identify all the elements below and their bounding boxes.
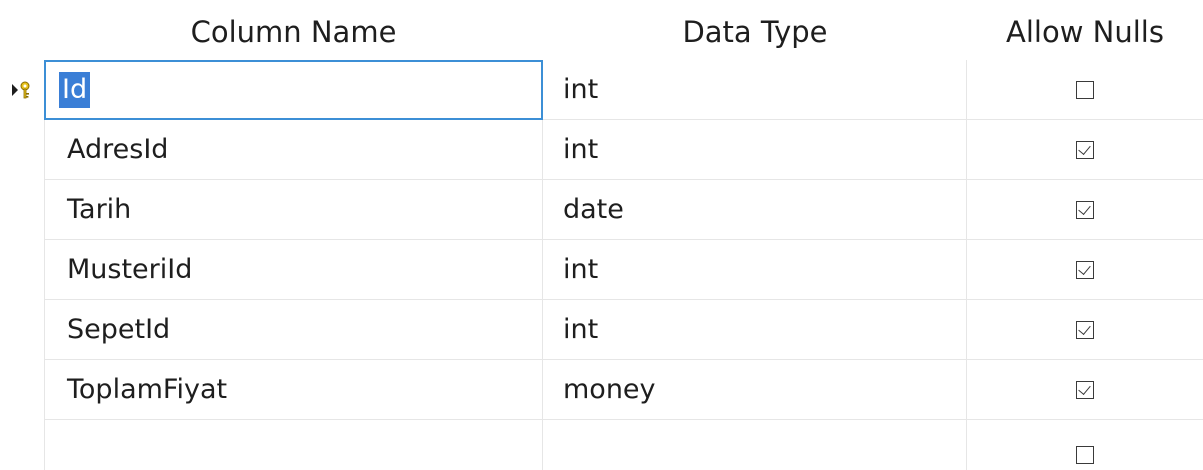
allow-nulls-cell [967,240,1203,300]
column-header-row: Column Name Data Type Allow Nulls [0,0,1203,64]
data-type-cell[interactable]: money [543,360,967,420]
data-type-cell[interactable]: int [543,300,967,360]
allow-nulls-checkbox[interactable] [1076,320,1094,339]
new-table-row[interactable] [0,420,1203,470]
allow-nulls-checkbox[interactable] [1076,446,1094,464]
allow-nulls-cell [967,60,1203,120]
data-type-cell[interactable]: int [543,60,967,120]
data-type-cell[interactable] [543,420,967,470]
column-name-cell[interactable]: Tarih [44,180,543,240]
table-row[interactable]: ToplamFiyat money [0,360,1203,420]
allow-nulls-checkbox[interactable] [1076,140,1094,159]
table-row[interactable]: Tarih date [0,180,1203,240]
column-name-cell[interactable]: AdresId [44,120,543,180]
column-name-cell[interactable] [44,420,543,470]
data-type-cell[interactable]: int [543,120,967,180]
table-row[interactable]: SepetId int [0,300,1203,360]
checkmark-icon [1078,201,1091,215]
checkmark-icon [1078,261,1091,275]
table-row[interactable]: AdresId int [0,120,1203,180]
row-selector[interactable] [0,300,44,360]
table-row[interactable]: MusteriId int [0,240,1203,300]
allow-nulls-checkbox[interactable] [1076,260,1094,279]
allow-nulls-checkbox[interactable] [1076,80,1094,99]
row-selector[interactable] [0,240,44,300]
table-designer-grid: Column Name Data Type Allow Nulls Id int… [0,0,1203,470]
allow-nulls-cell [967,360,1203,420]
primary-key-arrow-icon [12,81,30,99]
header-column-name[interactable]: Column Name [44,0,543,64]
table-row[interactable]: Id int [0,60,1203,120]
allow-nulls-cell [967,300,1203,360]
checkmark-icon [1078,321,1091,335]
header-data-type[interactable]: Data Type [543,0,967,64]
data-type-cell[interactable]: date [543,180,967,240]
column-name-cell[interactable]: MusteriId [44,240,543,300]
row-selector[interactable] [0,360,44,420]
data-type-cell[interactable]: int [543,240,967,300]
header-allow-nulls[interactable]: Allow Nulls [967,0,1203,64]
allow-nulls-checkbox[interactable] [1076,200,1094,219]
column-name-cell[interactable]: ToplamFiyat [44,360,543,420]
row-selector[interactable] [0,420,44,470]
row-selector[interactable] [0,120,44,180]
row-selector[interactable] [0,60,44,120]
checkmark-icon [1078,141,1091,155]
checkmark-icon [1078,381,1091,395]
column-name-cell[interactable]: Id [44,60,543,120]
allow-nulls-cell [967,420,1203,470]
row-selector[interactable] [0,180,44,240]
allow-nulls-cell [967,120,1203,180]
allow-nulls-cell [967,180,1203,240]
allow-nulls-checkbox[interactable] [1076,380,1094,399]
column-name-text: Id [59,72,91,108]
column-name-cell[interactable]: SepetId [44,300,543,360]
